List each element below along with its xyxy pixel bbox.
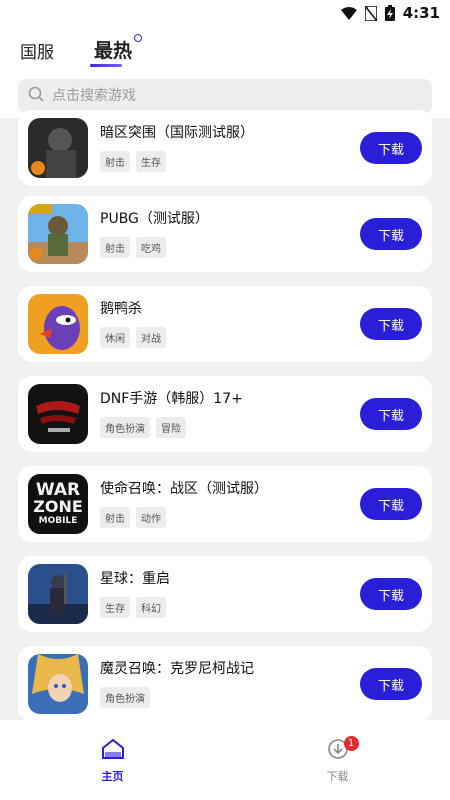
game-tag: 休闲	[100, 327, 130, 348]
game-tag: 生存	[100, 597, 130, 618]
game-card[interactable]: 星球：重启 生存 科幻 下载	[18, 556, 432, 632]
game-thumbnail-pubg	[28, 204, 88, 264]
game-card[interactable]: WAR ZONE MOBILE 使命召唤：战区（测试服） 射击 动作 下载	[18, 466, 432, 542]
nav-download-label: 下载	[326, 770, 349, 783]
warzone-logo-line-2: ZONE	[33, 497, 83, 516]
game-thumbnail-dnf	[28, 384, 88, 444]
game-tag: 吃鸡	[136, 237, 166, 258]
game-tag: 动作	[136, 507, 166, 528]
game-name: DNF手游（韩服）17+	[100, 391, 243, 407]
game-name: 鹅鸭杀	[100, 301, 142, 317]
game-name: 使命召唤：战区（测试服）	[100, 481, 268, 497]
bottom-nav: 主页 1 下载	[0, 720, 450, 800]
game-tag: 对战	[136, 327, 166, 348]
game-thumbnail-warzone-mobile: WAR ZONE MOBILE	[28, 474, 88, 534]
tab-zuire[interactable]: 最热	[90, 34, 143, 67]
tab-guofu[interactable]: 国服	[20, 38, 54, 63]
game-tag: 角色扮演	[100, 417, 150, 438]
game-card[interactable]: PUBG（测试服） 射击 吃鸡 下载	[18, 196, 432, 272]
download-button[interactable]: 下载	[360, 308, 422, 340]
game-name: PUBG（测试服）	[100, 211, 209, 227]
game-thumbnail-planet-reboot	[28, 564, 88, 624]
home-icon	[101, 738, 125, 764]
download-button[interactable]: 下载	[360, 488, 422, 520]
download-button[interactable]: 下载	[360, 398, 422, 430]
game-card[interactable]: 暗区突围（国际测试服） 射击 生存 下载	[18, 110, 432, 186]
game-tag: 冒险	[156, 417, 186, 438]
game-thumbnail-goose-goose-duck	[28, 294, 88, 354]
game-tags: 射击 动作	[100, 507, 166, 528]
top-tabs: 国服 最热	[20, 34, 143, 67]
download-button[interactable]: 下载	[360, 578, 422, 610]
status-time: 4:31	[402, 4, 440, 22]
game-name: 魔灵召唤：克罗尼柯战记	[100, 661, 254, 677]
game-tags: 射击 生存	[100, 151, 166, 172]
status-bar: 4:31	[0, 0, 450, 26]
search-bar[interactable]	[18, 79, 432, 113]
game-card[interactable]: 魔灵召唤：克罗尼柯战记 角色扮演 下载	[18, 646, 432, 722]
game-tags: 生存 科幻	[100, 597, 166, 618]
game-tags: 角色扮演 冒险	[100, 417, 186, 438]
tab-dot-icon	[134, 34, 143, 42]
download-count-badge: 1	[343, 736, 359, 751]
game-name: 星球：重启	[100, 571, 170, 587]
nav-home-label: 主页	[101, 770, 124, 783]
warzone-logo-line-3: MOBILE	[38, 516, 78, 526]
nav-home[interactable]: 主页	[0, 720, 225, 800]
game-thumbnail-summoners-war	[28, 654, 88, 714]
game-tags: 射击 吃鸡	[100, 237, 166, 258]
tab-zuire-label: 最热	[94, 40, 133, 62]
game-card[interactable]: 鹅鸭杀 休闲 对战 下载	[18, 286, 432, 362]
game-thumbnail-arena-breakout	[28, 118, 88, 178]
game-tag: 射击	[100, 151, 130, 172]
game-tag: 科幻	[136, 597, 166, 618]
game-card[interactable]: DNF手游（韩服）17+ 角色扮演 冒险 下载	[18, 376, 432, 452]
search-input[interactable]	[50, 87, 414, 105]
no-sim-icon	[364, 5, 377, 21]
game-tag: 射击	[100, 237, 130, 258]
game-tag: 生存	[136, 151, 166, 172]
warzone-logo: WAR ZONE MOBILE	[28, 474, 88, 526]
game-tags: 休闲 对战	[100, 327, 166, 348]
download-button[interactable]: 下载	[360, 668, 422, 700]
game-list[interactable]: 暗区突围（国际测试服） 射击 生存 下载 PUBG（测试服） 射击 吃鸡 下载 …	[0, 110, 450, 722]
download-button[interactable]: 下载	[360, 132, 422, 164]
nav-download[interactable]: 1 下载	[225, 720, 450, 800]
battery-icon	[384, 5, 395, 21]
game-tags: 角色扮演	[100, 687, 150, 708]
game-tag: 角色扮演	[100, 687, 150, 708]
search-icon	[28, 86, 44, 106]
game-name: 暗区突围（国际测试服）	[100, 125, 254, 141]
game-tag: 射击	[100, 507, 130, 528]
download-button[interactable]: 下载	[360, 218, 422, 250]
active-tab-underline	[90, 64, 123, 67]
wifi-icon	[340, 6, 357, 20]
